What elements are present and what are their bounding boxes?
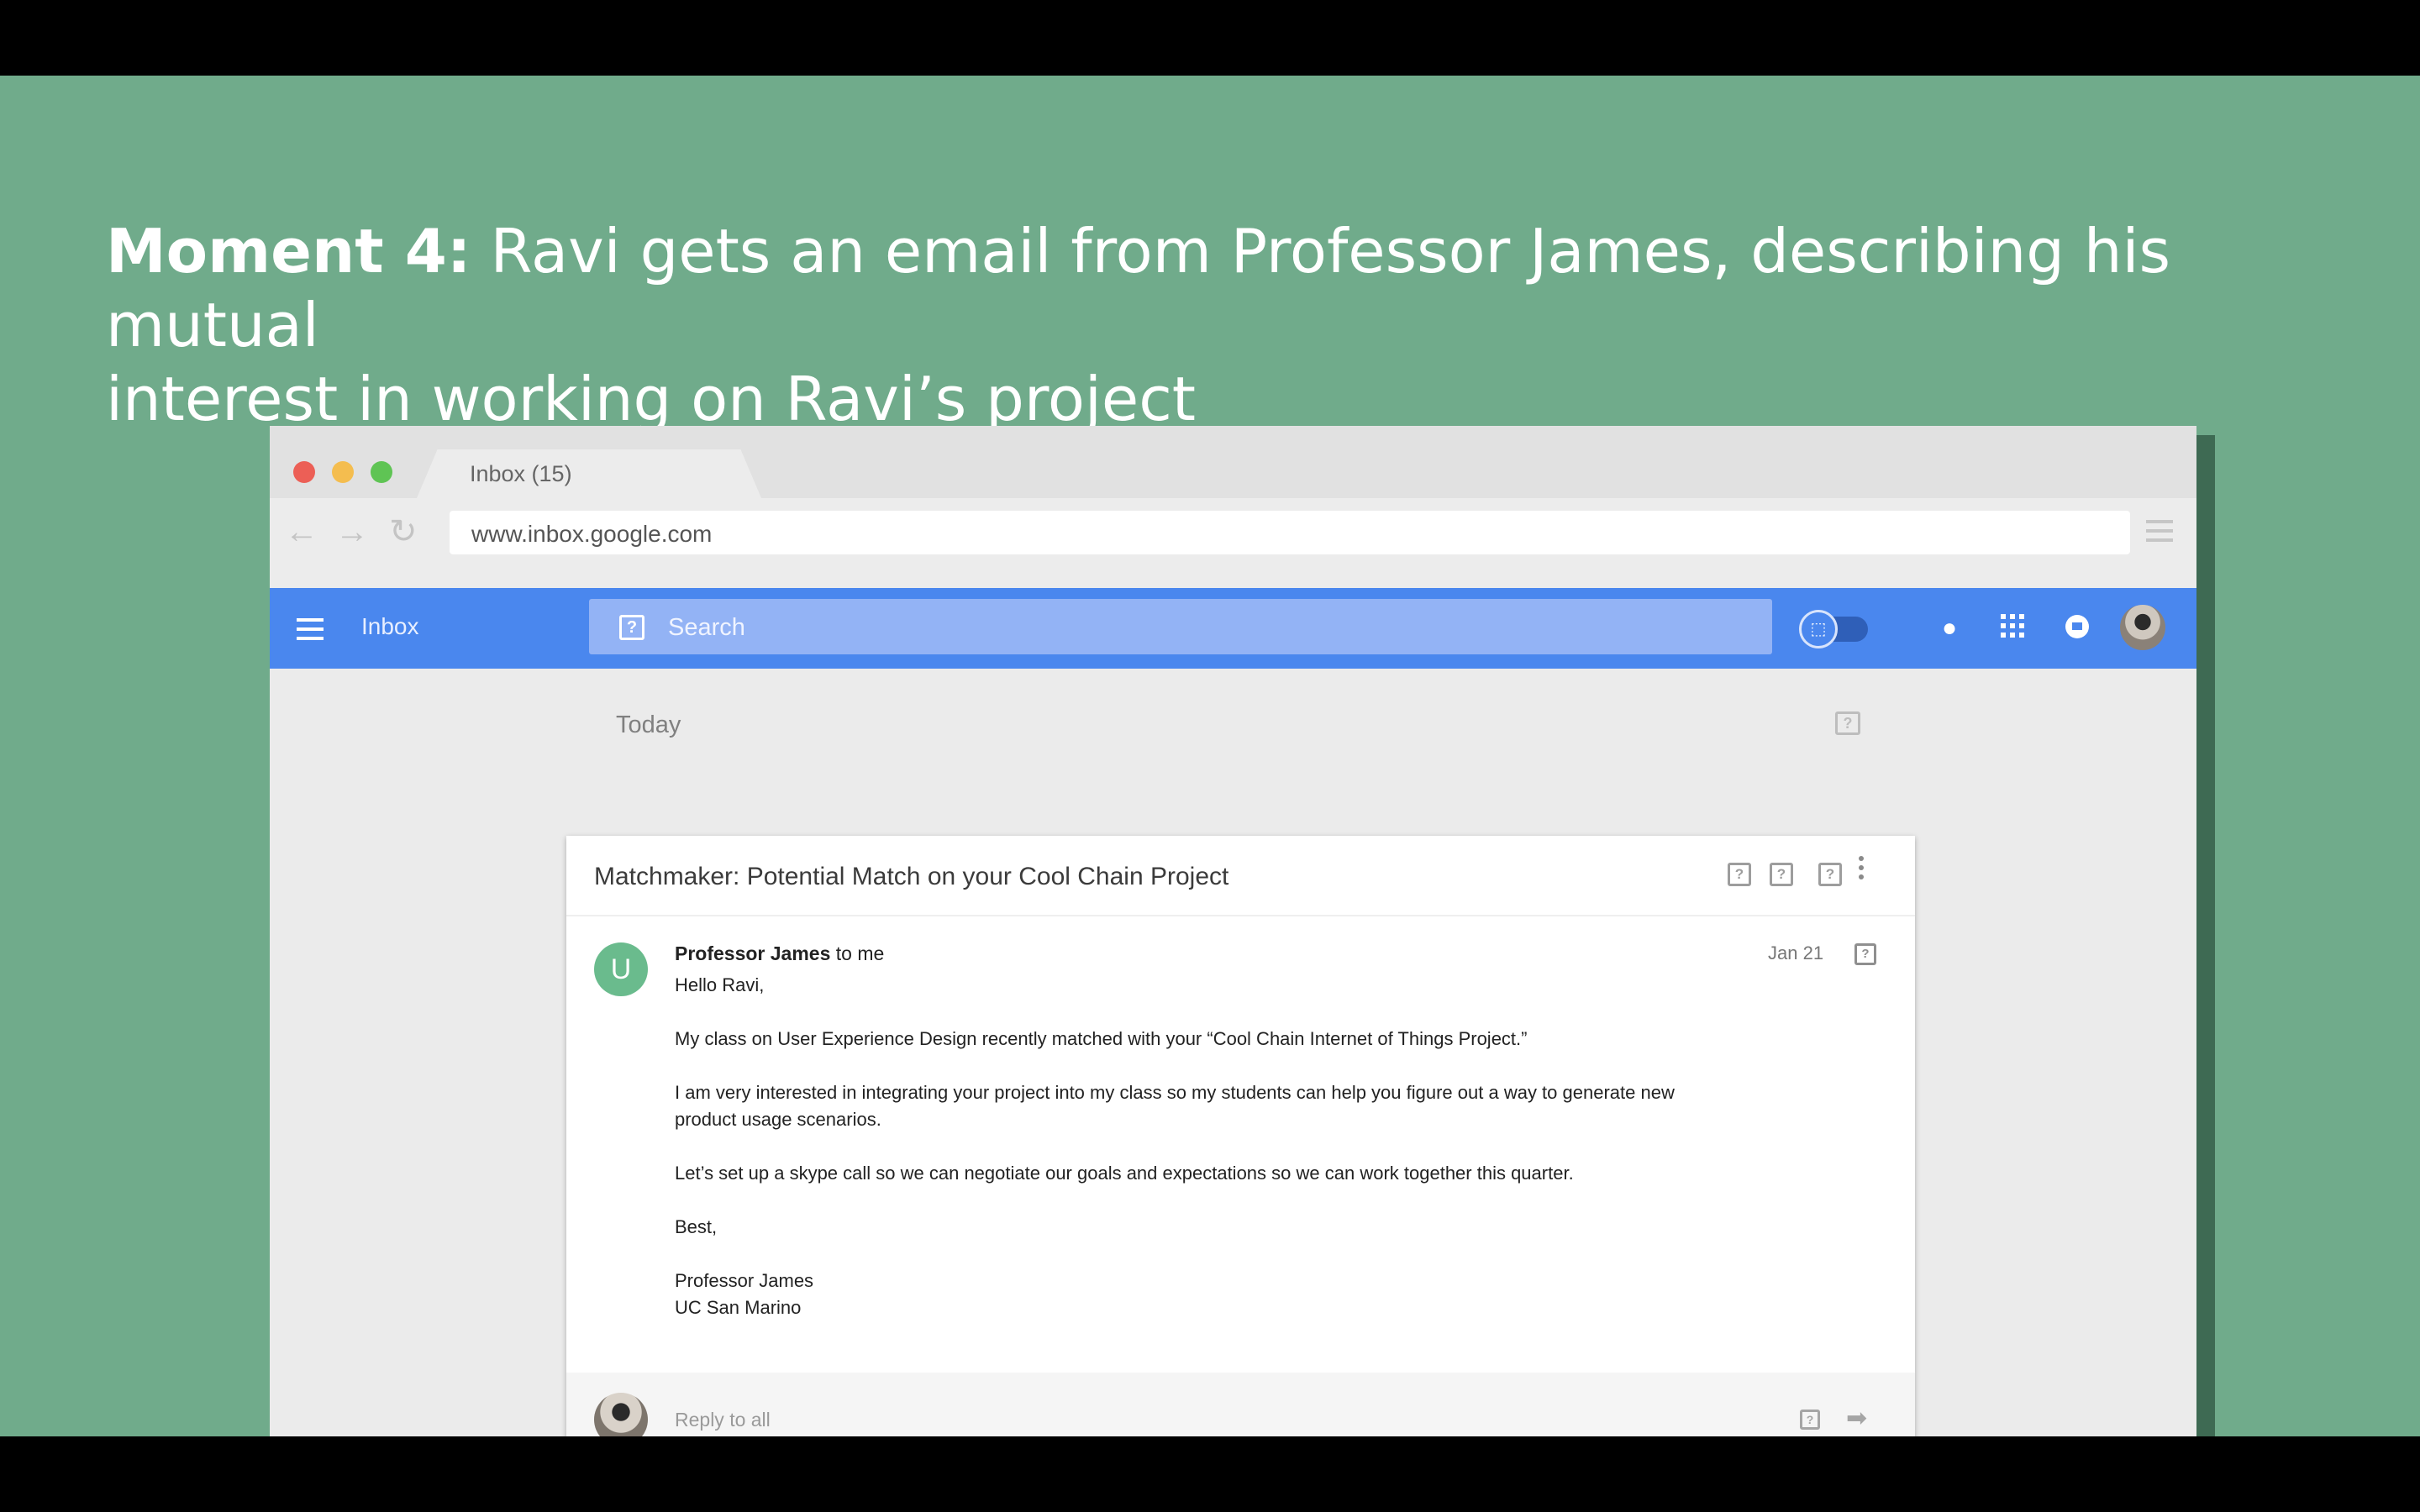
minimize-window-button[interactable] xyxy=(332,461,354,483)
reply-avatar xyxy=(594,1393,648,1436)
browser-window: Inbox (15) ← → ↻ www.inbox.google.com In… xyxy=(270,426,2196,1436)
browser-toolbar: ← → ↻ www.inbox.google.com xyxy=(270,498,2196,588)
reply-options-icon[interactable]: ? xyxy=(1800,1410,1820,1430)
sender-name: Professor James xyxy=(675,942,831,964)
browser-tab-title: Inbox (15) xyxy=(470,461,572,486)
account-avatar[interactable] xyxy=(2120,605,2165,650)
reload-icon[interactable]: ↻ xyxy=(389,515,418,549)
browser-menu-icon[interactable] xyxy=(2146,520,2173,545)
browser-chrome: Inbox (15) ← → ↻ www.inbox.google.com xyxy=(270,426,2196,588)
email-body-line: Best, xyxy=(675,1216,718,1237)
search-icon: ? xyxy=(619,615,644,640)
email-card: Matchmaker: Potential Match on your Cool… xyxy=(566,836,1915,1436)
letterbox-bottom xyxy=(0,1436,2420,1512)
section-label-today: Today xyxy=(616,711,681,738)
email-body-line: I am very interested in integrating your… xyxy=(675,1082,1675,1103)
email-body-line: Let’s set up a skype call so we can nego… xyxy=(675,1163,1574,1184)
sender-avatar: U xyxy=(594,942,648,996)
sweep-icon[interactable]: ? xyxy=(1835,711,1860,735)
slide-caption: Moment 4: Ravi gets an email from Profes… xyxy=(106,214,2333,436)
email-body-line: Hello Ravi, xyxy=(675,974,765,995)
snooze-icon[interactable]: ? xyxy=(1770,863,1793,886)
caption-line-2: interest in working on Ravi’s project xyxy=(106,364,1197,434)
reply-to-all-field[interactable]: Reply to all xyxy=(675,1409,771,1431)
sender-line: Professor James to me xyxy=(675,942,884,965)
search-placeholder: Search xyxy=(668,614,745,641)
close-window-button[interactable] xyxy=(293,461,315,483)
inbox-app-bar: Inbox ? Search ⬚ ● xyxy=(270,588,2196,669)
reminder-icon[interactable]: ● xyxy=(1942,613,1957,643)
reply-menu-icon[interactable]: ? xyxy=(1854,943,1876,965)
done-icon[interactable]: ? xyxy=(1818,863,1842,886)
pin-toggle-icon[interactable]: ⬚ xyxy=(1799,610,1838,648)
apps-grid-icon[interactable] xyxy=(2001,614,2024,638)
search-input[interactable]: ? Search xyxy=(589,599,1772,654)
forward-icon[interactable]: ➡ xyxy=(1846,1406,1867,1431)
email-body-line: product usage scenarios. xyxy=(675,1109,881,1130)
slide: Moment 4: Ravi gets an email from Profes… xyxy=(0,76,2420,1436)
recipient-label: to me xyxy=(830,942,885,964)
more-options-icon[interactable] xyxy=(1859,856,1864,885)
email-signature-name: Professor James xyxy=(675,1270,814,1291)
pin-icon[interactable]: ? xyxy=(1728,863,1751,886)
caption-bold: Moment 4: xyxy=(106,216,471,286)
forward-arrow-icon[interactable]: → xyxy=(335,515,369,549)
app-title: Inbox xyxy=(361,613,419,639)
email-body-line: My class on User Experience Design recen… xyxy=(675,1028,1528,1049)
hamburger-menu-icon[interactable] xyxy=(297,618,324,640)
back-arrow-icon[interactable]: ← xyxy=(285,515,318,549)
reply-bar[interactable]: Reply to all ? ➡ xyxy=(566,1373,1915,1436)
card-divider xyxy=(566,915,1915,916)
email-signature-org: UC San Marino xyxy=(675,1297,802,1318)
maximize-window-button[interactable] xyxy=(371,461,392,483)
letterbox-top xyxy=(0,0,2420,76)
browser-tab[interactable] xyxy=(417,449,761,498)
address-bar[interactable]: www.inbox.google.com xyxy=(450,511,2130,554)
hangouts-icon[interactable] xyxy=(2065,615,2089,638)
email-date: Jan 21 xyxy=(1768,942,1824,963)
address-bar-url: www.inbox.google.com xyxy=(471,521,713,547)
email-subject: Matchmaker: Potential Match on your Cool… xyxy=(594,863,1229,890)
